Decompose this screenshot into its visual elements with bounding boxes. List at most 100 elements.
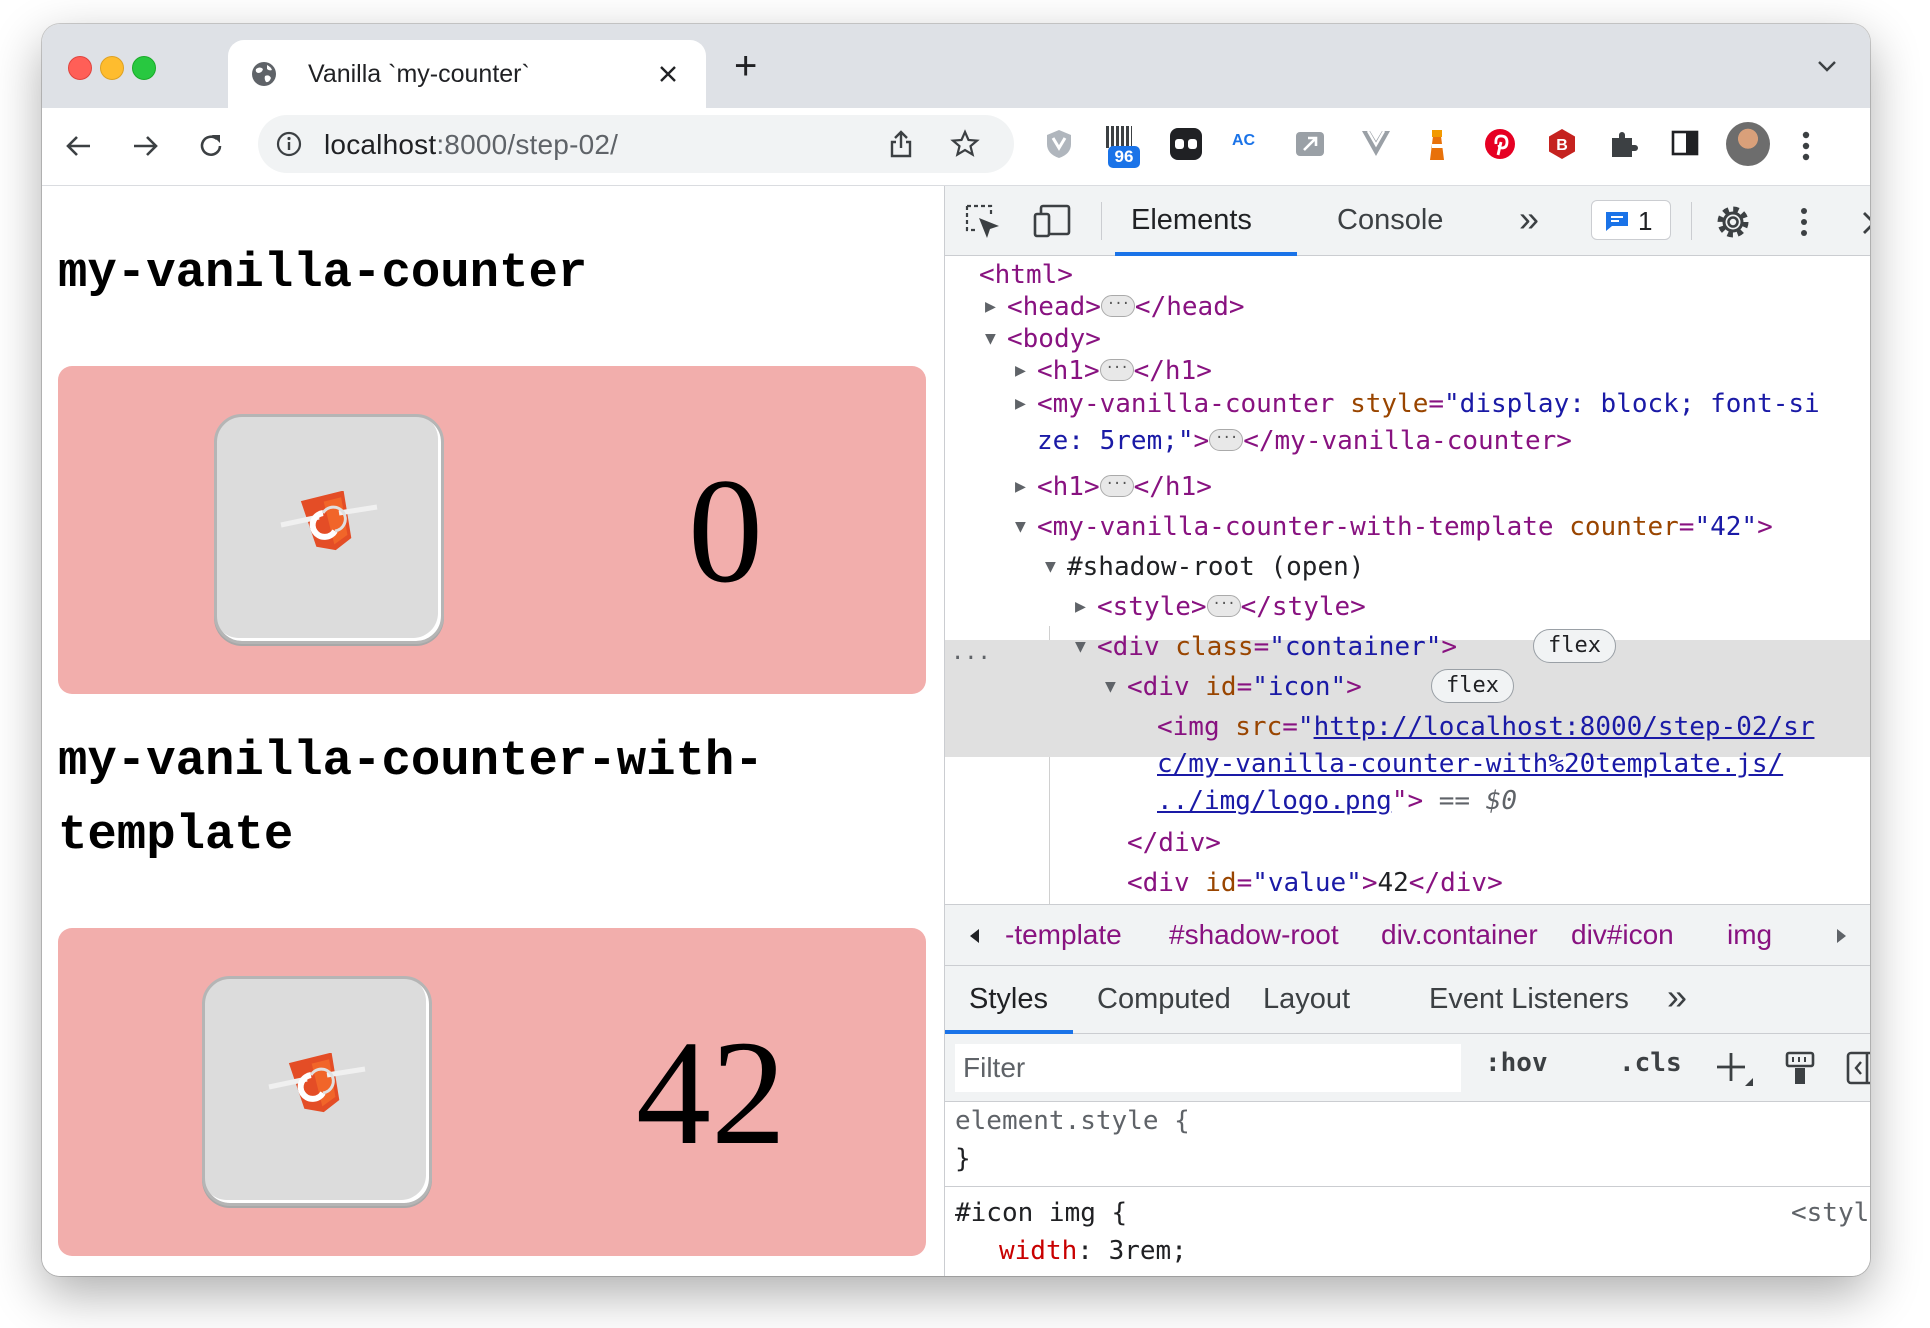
paint-brush-icon[interactable] xyxy=(1783,1050,1817,1088)
cls-button[interactable]: .cls xyxy=(1619,1048,1682,1078)
html5-logo-icon xyxy=(268,1053,366,1113)
styles-subtabs: Styles Computed Layout Event Listeners » xyxy=(945,966,1870,1034)
breadcrumb-div-icon[interactable]: div#icon xyxy=(1571,919,1674,951)
tab-elements[interactable]: Elements xyxy=(1131,204,1252,237)
close-window-button[interactable] xyxy=(68,56,92,80)
rule-source-link[interactable]: <style> xyxy=(1791,1194,1870,1232)
dom-line-img-selected[interactable]: <img src="http://localhost:8000/step-02/… xyxy=(1157,708,1814,746)
counter-card-1: 0 xyxy=(58,366,926,694)
inspect-element-icon[interactable] xyxy=(965,204,1003,240)
devtools-menu-icon[interactable] xyxy=(1799,206,1809,238)
node-actions-ellipsis[interactable]: ··· xyxy=(951,640,991,678)
dom-line-div-close[interactable]: </div> xyxy=(1127,824,1221,862)
counter-value-1: 0 xyxy=(688,448,763,614)
close-devtools-icon[interactable] xyxy=(1861,210,1870,236)
issues-icon xyxy=(1606,212,1628,231)
heading-my-vanilla-counter: my-vanilla-counter xyxy=(58,245,588,301)
collapse-counter-template-toggle[interactable]: ▼ xyxy=(1015,508,1035,546)
counter-icon-button-2[interactable] xyxy=(202,976,432,1206)
browser-tab[interactable]: Vanilla `my-counter` xyxy=(228,40,706,108)
dom-line-my-vanilla-counter-cont[interactable]: ze: 5rem;"> ··· </my-vanilla-counter> xyxy=(1037,422,1572,460)
hov-button[interactable]: :hov xyxy=(1485,1048,1548,1078)
breadcrumb-template[interactable]: -template xyxy=(1005,919,1122,951)
browser-menu-icon[interactable] xyxy=(1800,130,1812,162)
device-toolbar-icon[interactable] xyxy=(1033,204,1075,238)
expand-style-toggle[interactable]: ▶ xyxy=(1075,588,1095,626)
dom-line-h1-2[interactable]: <h1> ··· </h1> xyxy=(1037,468,1212,506)
tab-event-listeners[interactable]: Event Listeners xyxy=(1429,983,1629,1016)
dom-line-shadow-root[interactable]: #shadow-root (open) xyxy=(1067,548,1364,586)
breadcrumb-img[interactable]: img xyxy=(1727,919,1772,951)
rule-declaration[interactable]: width: 3rem; xyxy=(999,1232,1187,1270)
tab-strip: Vanilla `my-counter` + xyxy=(42,24,1870,108)
bookmark-star-icon[interactable] xyxy=(950,129,980,159)
counter-icon-button-1[interactable] xyxy=(214,414,444,644)
expand-counter-toggle[interactable]: ▶ xyxy=(1015,385,1035,423)
tab-console[interactable]: Console xyxy=(1337,204,1443,237)
pinterest-extension-icon[interactable] xyxy=(1484,128,1516,160)
share-icon[interactable] xyxy=(888,129,914,159)
collapse-shadow-root-toggle[interactable]: ▼ xyxy=(1045,548,1065,586)
reload-icon[interactable] xyxy=(196,131,226,161)
url-text: localhost:8000/step-02/ xyxy=(324,129,619,160)
dom-line-style[interactable]: <style> ··· </style> xyxy=(1097,588,1366,626)
b-extension-icon[interactable]: B xyxy=(1546,128,1578,160)
breadcrumb-shadow-root[interactable]: #shadow-root xyxy=(1169,919,1339,951)
rule-selector[interactable]: #icon img { xyxy=(955,1194,1127,1232)
dom-line-img-src-cont[interactable]: c/my-vanilla-counter-with%20template.js/ xyxy=(1157,745,1783,783)
maximize-window-button[interactable] xyxy=(132,56,156,80)
extensions-puzzle-icon[interactable] xyxy=(1608,128,1640,160)
tab-computed[interactable]: Computed xyxy=(1097,983,1231,1016)
expand-h1-toggle-2[interactable]: ▶ xyxy=(1015,468,1035,506)
more-tabs-button[interactable]: » xyxy=(1519,198,1539,240)
site-info-icon[interactable] xyxy=(276,131,302,157)
tab-title: Vanilla `my-counter` xyxy=(308,60,530,88)
glasses-extension-icon[interactable] xyxy=(1170,128,1202,160)
collapse-icon-div-toggle[interactable]: ▼ xyxy=(1105,668,1125,706)
back-arrow-icon[interactable] xyxy=(64,131,94,161)
dom-tree: <html> ▶ <head> ··· </head> ▼ <body> ▶ <h1… xyxy=(945,256,1870,904)
more-subtabs-button[interactable]: » xyxy=(1667,976,1687,1018)
collapse-body-toggle[interactable]: ▼ xyxy=(985,320,1005,358)
new-style-rule-icon[interactable] xyxy=(1715,1050,1755,1088)
flex-badge-container[interactable]: flex xyxy=(1533,629,1616,663)
styles-filter-row: Filter :hov .cls xyxy=(945,1034,1870,1102)
collapse-container-toggle[interactable]: ▼ xyxy=(1075,628,1095,666)
close-tab-icon[interactable] xyxy=(658,64,678,84)
breadcrumb-div-container[interactable]: div.container xyxy=(1381,919,1538,951)
minimize-window-button[interactable] xyxy=(100,56,124,80)
dom-line-my-vanilla-counter[interactable]: <my-vanilla-counter style="display: bloc… xyxy=(1037,385,1820,423)
flex-badge-icon[interactable]: flex xyxy=(1431,669,1514,703)
settings-gear-icon[interactable] xyxy=(1713,202,1753,242)
page-viewport: my-vanilla-counter 0 my-vanilla-counter-… xyxy=(42,186,944,1276)
dom-line-div-container[interactable]: <div class="container"> xyxy=(1097,628,1457,666)
profile-avatar[interactable] xyxy=(1726,122,1770,166)
svg-text:B: B xyxy=(1556,137,1568,154)
dom-line-div-value[interactable]: <div id="value">42</div> xyxy=(1127,864,1503,902)
dom-line-counter-with-template[interactable]: <my-vanilla-counter-with-template counte… xyxy=(1037,508,1773,546)
ac-extension-icon[interactable]: AC xyxy=(1232,132,1255,150)
lighthouse-extension-icon[interactable] xyxy=(1422,128,1452,162)
extension-badge: 96 xyxy=(1108,146,1140,168)
styles-filter-input[interactable]: Filter xyxy=(955,1044,1461,1092)
side-panel-icon[interactable] xyxy=(1670,128,1700,158)
dom-line-img-src-end[interactable]: ../img/logo.png"> == $0 xyxy=(1157,782,1517,820)
tab-search-chevron-icon[interactable] xyxy=(1816,58,1838,74)
expand-extension-icon[interactable] xyxy=(1294,128,1326,160)
address-bar[interactable]: localhost:8000/step-02/ xyxy=(258,115,1014,173)
shield-extension-icon[interactable] xyxy=(1044,128,1074,160)
rule-divider xyxy=(945,1186,1870,1187)
qr-extension-icon[interactable]: 96 xyxy=(1104,126,1140,168)
heading-my-vanilla-counter-with-template-line1: my-vanilla-counter-with- xyxy=(58,733,764,789)
vue-extension-icon[interactable] xyxy=(1360,128,1392,158)
scroll-right-icon[interactable] xyxy=(1835,927,1849,945)
tab-layout[interactable]: Layout xyxy=(1263,983,1350,1016)
issues-button[interactable]: 1 xyxy=(1591,200,1671,240)
forward-arrow-icon[interactable] xyxy=(130,131,160,161)
tab-styles[interactable]: Styles xyxy=(969,983,1048,1016)
toggle-sidebar-icon[interactable] xyxy=(1845,1050,1870,1086)
dom-line-div-icon[interactable]: <div id="icon"> xyxy=(1127,668,1362,706)
scroll-left-icon[interactable] xyxy=(967,927,981,945)
devtools-panel: Elements Console » 1 <html> ▶ <head> ···… xyxy=(944,186,1870,1276)
new-tab-button[interactable]: + xyxy=(734,42,757,90)
